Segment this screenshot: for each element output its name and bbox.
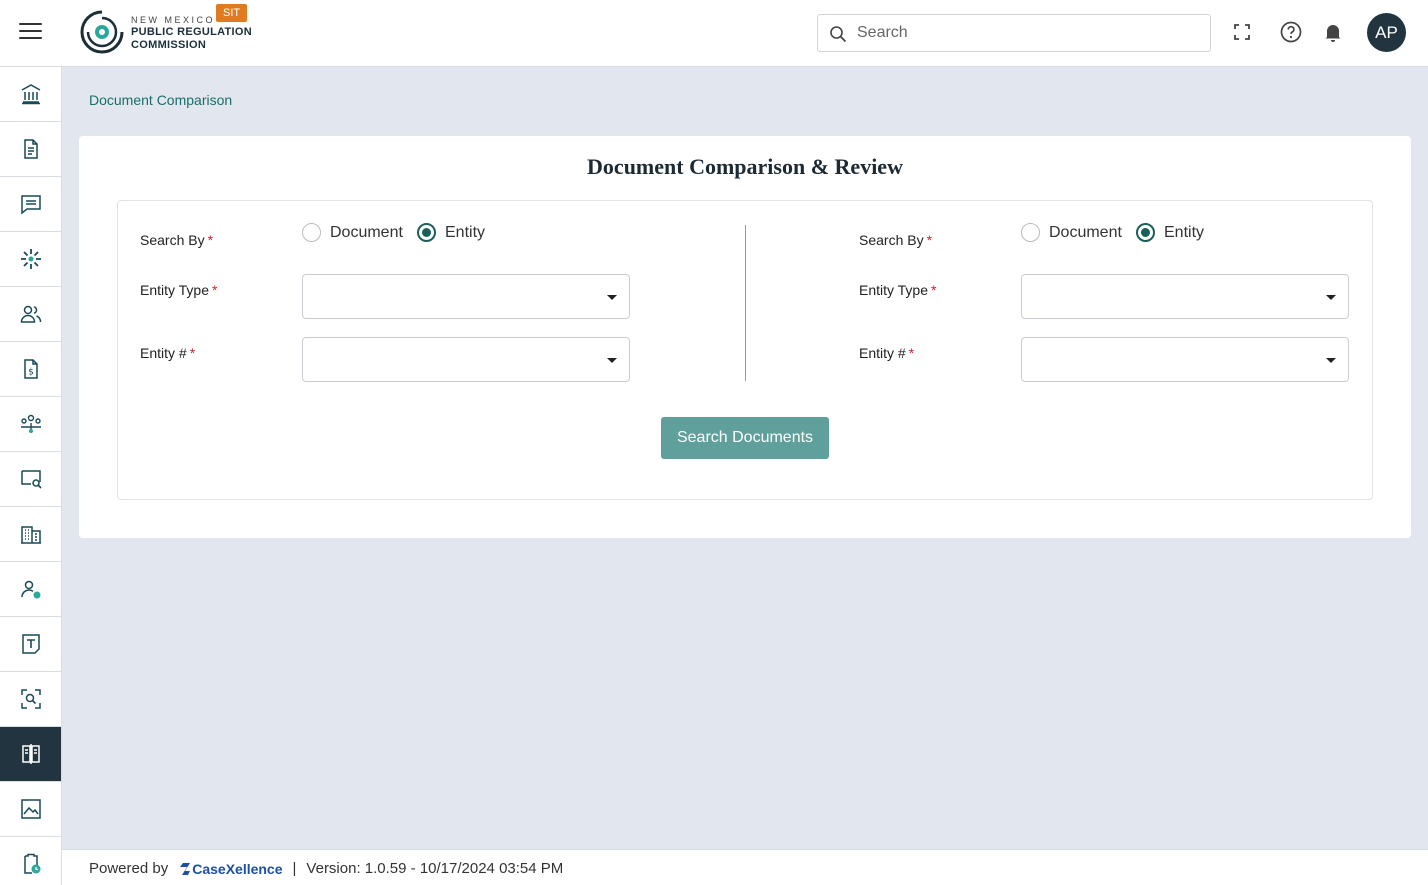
sidebar-item-scan[interactable] — [0, 672, 61, 727]
sidebar-item-meetings[interactable] — [0, 397, 61, 452]
sidebar-item-search-records[interactable] — [0, 452, 61, 507]
radio-circle — [302, 223, 321, 242]
left-entity-type-select[interactable] — [302, 274, 630, 319]
compare-icon — [21, 744, 40, 764]
sidebar-item-templates[interactable] — [0, 617, 61, 672]
sidebar-item-fees[interactable]: $ — [0, 342, 61, 397]
help-icon[interactable] — [1279, 20, 1303, 44]
search-input[interactable] — [857, 15, 1197, 51]
message-icon — [20, 195, 41, 215]
page-title: Document Comparison & Review — [587, 154, 903, 179]
brand-rest: ellence — [235, 860, 283, 877]
bell-icon[interactable] — [1321, 20, 1345, 44]
caret-down-icon — [1326, 295, 1336, 300]
team-icon — [20, 414, 41, 433]
version-text: Version: 1.0.59 - 10/17/2024 03:54 PM — [306, 860, 564, 877]
brand-s-icon — [180, 862, 191, 875]
sidebar-item-user-admin[interactable] — [0, 562, 61, 617]
column-divider — [745, 225, 746, 381]
left-search-by-label: Search By * — [140, 232, 214, 248]
right-entity-type-select[interactable] — [1021, 274, 1349, 319]
building-icon — [20, 526, 41, 544]
search-documents-button[interactable]: Search Documents — [661, 417, 829, 459]
sidebar-item-dashboard[interactable] — [0, 67, 61, 122]
logo-emblem-icon — [80, 10, 124, 54]
right-entity-number-select[interactable] — [1021, 337, 1349, 382]
radio-circle — [417, 223, 436, 242]
caret-down-icon — [1326, 358, 1336, 363]
radio-label: Entity — [445, 223, 486, 241]
logo-line2: PUBLIC REGULATION — [131, 26, 253, 38]
powered-by-label: Powered by — [89, 860, 169, 877]
right-entity-type-label: Entity Type * — [859, 282, 937, 298]
breadcrumb[interactable]: Document Comparison — [89, 92, 232, 108]
user-settings-icon — [20, 580, 40, 599]
search-form: Search By * Document Entity Entity Type * … — [117, 200, 1373, 500]
scan-search-icon — [20, 689, 41, 709]
users-icon — [20, 305, 41, 323]
global-search[interactable] — [817, 14, 1211, 52]
sidebar-item-processing[interactable] — [0, 232, 61, 287]
left-entity-number-label: Entity # * — [140, 345, 196, 361]
comparison-card: Document Comparison & Review Search By * … — [79, 136, 1411, 538]
radio-circle — [1136, 223, 1155, 242]
institution-icon — [21, 84, 40, 105]
left-radio-entity[interactable]: Entity — [417, 223, 485, 242]
avatar[interactable]: AP — [1367, 13, 1406, 52]
text-box-icon — [21, 634, 40, 654]
search-icon — [830, 26, 847, 43]
footer-separator: | — [292, 860, 297, 877]
left-entity-number-select[interactable] — [302, 337, 630, 382]
screen-search-icon — [20, 470, 42, 489]
brand-case: Case — [192, 860, 226, 877]
caret-down-icon — [607, 358, 617, 363]
image-icon — [20, 799, 41, 819]
sidebar-item-users[interactable] — [0, 287, 61, 342]
brand-x: X — [225, 860, 236, 877]
sidebar-item-document-comparison[interactable] — [0, 727, 61, 782]
sidebar: $ — [0, 67, 62, 885]
radio-label: Document — [1049, 223, 1122, 241]
radio-circle — [1021, 223, 1040, 242]
left-entity-type-label: Entity Type * — [140, 282, 218, 298]
radio-label: Document — [330, 223, 403, 241]
clipboard-clock-icon — [23, 853, 40, 874]
right-entity-number-label: Entity # * — [859, 345, 915, 361]
loader-icon — [20, 249, 41, 269]
radio-label: Entity — [1164, 223, 1205, 241]
right-search-by-label: Search By * — [859, 232, 933, 248]
env-badge: SIT — [216, 4, 248, 22]
logo[interactable]: NEW MEXICO PUBLIC REGULATION COMMISSION … — [78, 4, 253, 58]
sidebar-item-messages[interactable] — [0, 177, 61, 232]
right-radio-document[interactable]: Document — [1021, 223, 1122, 242]
caret-down-icon — [607, 295, 617, 300]
fullscreen-icon[interactable] — [1230, 20, 1254, 44]
footer: Powered by Case Xellence | Version: 1.0.5… — [62, 849, 1428, 885]
left-radio-document[interactable]: Document — [302, 223, 403, 242]
sidebar-item-documents[interactable] — [0, 122, 61, 177]
invoice-icon: $ — [23, 359, 38, 379]
sidebar-item-reports[interactable] — [0, 782, 61, 837]
menu-icon[interactable] — [19, 23, 42, 41]
top-header: NEW MEXICO PUBLIC REGULATION COMMISSION … — [0, 0, 1428, 67]
sidebar-item-companies[interactable] — [0, 507, 61, 562]
brand-logo[interactable]: Case Xellence — [178, 860, 283, 877]
sidebar-item-schedule[interactable] — [0, 837, 61, 885]
logo-line3: COMMISSION — [131, 39, 207, 51]
svg-text:$: $ — [28, 368, 34, 378]
right-radio-entity[interactable]: Entity — [1136, 223, 1204, 242]
document-icon — [23, 139, 38, 159]
